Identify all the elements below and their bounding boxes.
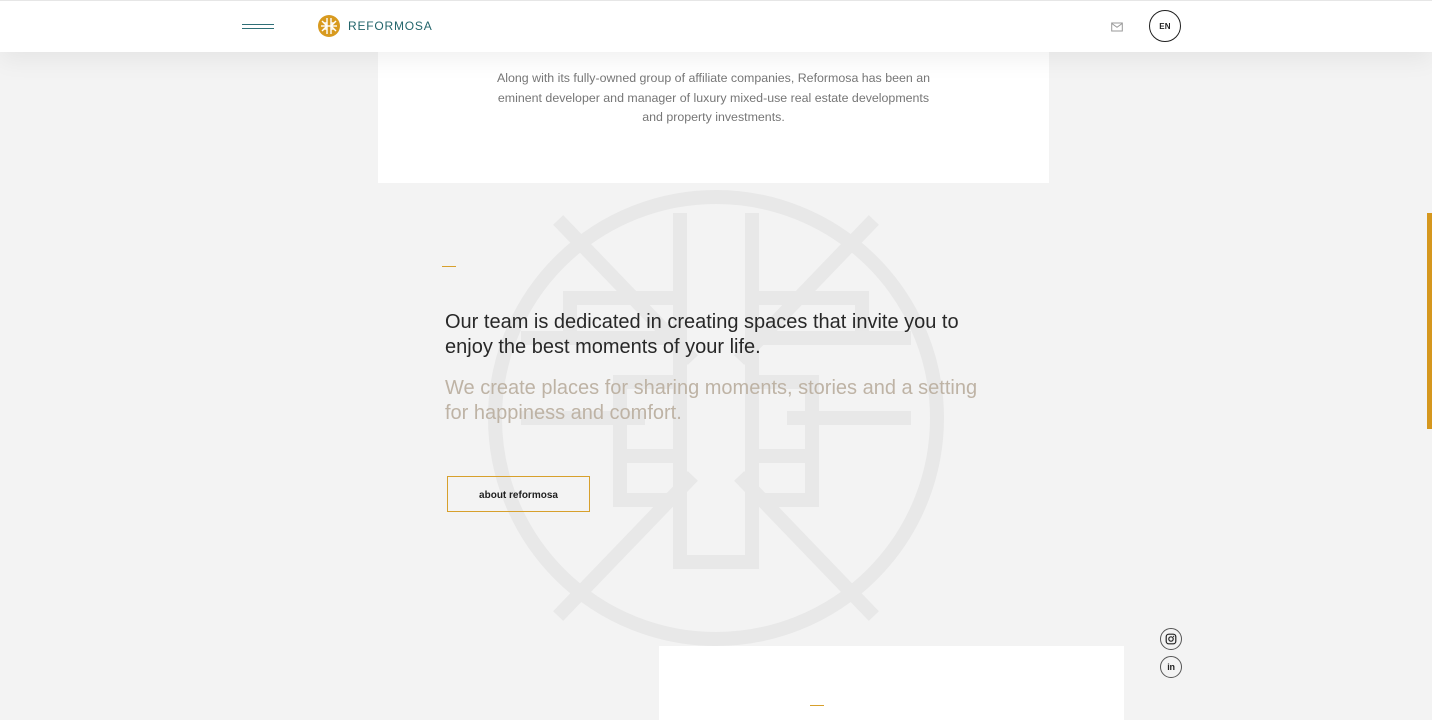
- team-headline: Our team is dedicated in creating spaces…: [445, 311, 959, 358]
- mail-icon[interactable]: [1111, 22, 1123, 32]
- reformosa-logo-icon: [318, 15, 340, 37]
- scroll-indicator[interactable]: [1427, 213, 1432, 429]
- intro-text: Along with its fully-owned group of affi…: [496, 71, 930, 124]
- brand-logo-link[interactable]: REFORMOSA: [317, 14, 433, 38]
- linkedin-icon: in: [1167, 661, 1175, 672]
- site-header: REFORMOSA EN: [0, 0, 1432, 52]
- page: Along with its fully-owned group of affi…: [0, 0, 1432, 720]
- team-subheadline: We create places for sharing moments, st…: [445, 377, 978, 424]
- bottom-card: [659, 646, 1124, 720]
- language-switcher[interactable]: EN: [1149, 10, 1181, 42]
- accent-mark: [442, 266, 456, 267]
- hamburger-icon: [242, 24, 274, 25]
- hamburger-icon-line: [242, 28, 274, 29]
- instagram-button[interactable]: [1160, 628, 1182, 650]
- brand-name: REFORMOSA: [348, 19, 433, 33]
- bottom-accent-mark: [810, 705, 824, 706]
- about-reformosa-button[interactable]: about reformosa: [447, 476, 590, 512]
- instagram-icon: [1165, 633, 1177, 645]
- menu-button[interactable]: [242, 20, 274, 34]
- linkedin-button[interactable]: in: [1160, 656, 1182, 678]
